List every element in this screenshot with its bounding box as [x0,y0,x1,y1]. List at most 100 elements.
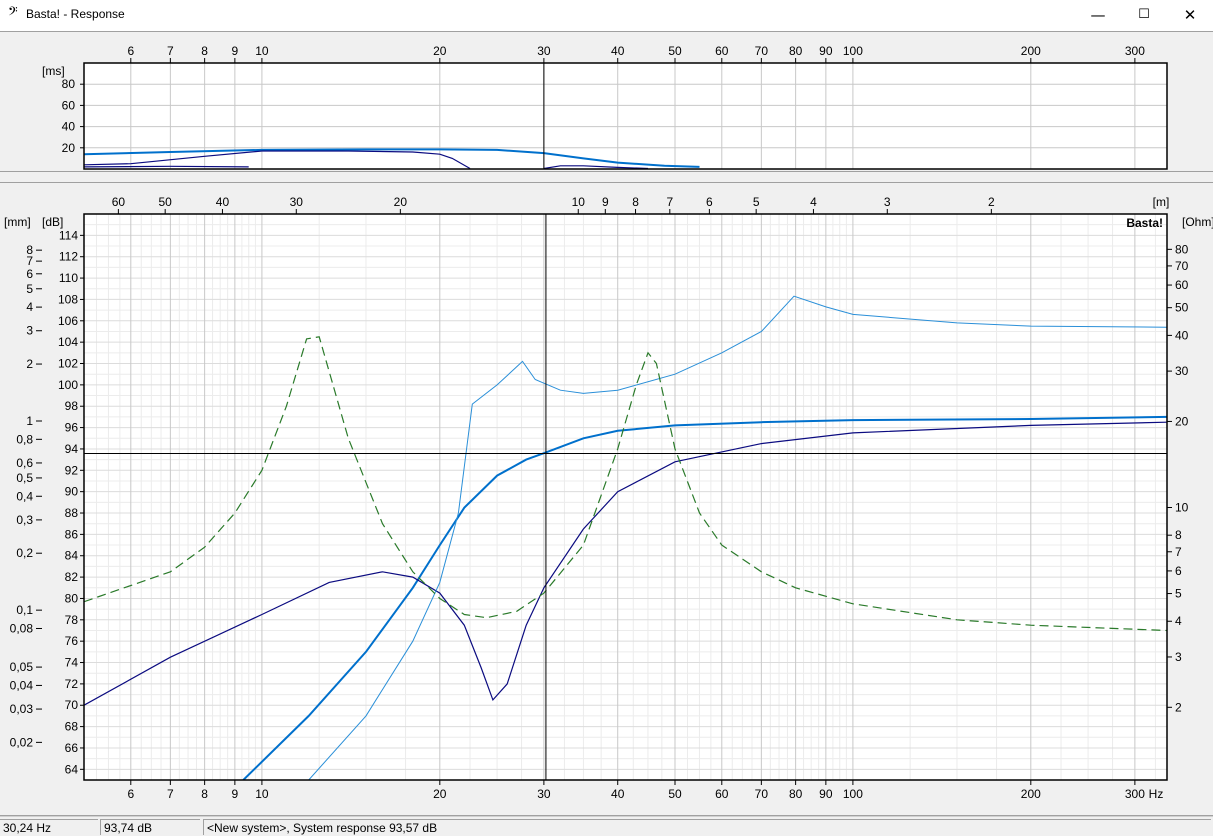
minimize-icon[interactable]: — [1075,0,1121,30]
excursion-tick-label: 0,5 [16,471,33,485]
impedance-tick-label: 70 [1175,259,1189,273]
wavelength-tick-label: 8 [632,195,639,209]
x-tick-label: 30 [537,787,551,801]
db-axis-label: [dB] [42,215,63,229]
db-tick-label: 84 [65,549,79,563]
x-unit-label: Hz [1149,787,1164,801]
db-tick-label: 104 [58,335,78,349]
db-tick-label: 88 [65,506,79,520]
plot-area [84,63,1167,169]
group-delay-panel[interactable]: 20 40 60 80 6 7 8 9 10 20 30 40 50 60 70 80 90 100 200 300 [… [0,31,1213,172]
x-tick-label: 200 [1021,44,1041,58]
excursion-axis-label: [mm] [4,215,31,229]
wavelength-tick-label: 7 [666,195,673,209]
db-tick-label: 98 [65,399,79,413]
bass-clef-icon: 𝄢 [8,4,18,22]
x-tick-label: 100 [843,787,863,801]
excursion-tick-label: 0,03 [10,702,34,716]
group-delay-chart[interactable]: 20 40 60 80 6 7 8 9 10 20 30 40 50 60 70 80 90 100 200 300 [… [0,32,1213,171]
impedance-tick-label: 50 [1175,301,1189,315]
excursion-tick-label: 2 [26,357,33,371]
x-tick-label: 50 [668,44,682,58]
maximize-icon[interactable]: ☐ [1121,0,1167,30]
impedance-tick-label: 6 [1175,564,1182,578]
db-tick-label: 70 [65,698,79,712]
status-message: <New system>, System response 93,57 dB [203,819,1211,835]
delay-series-line [83,165,249,168]
db-tick-label: 86 [65,527,79,541]
y-axis-label: [ms] [42,64,65,78]
excursion-tick-label: 3 [26,324,33,338]
x-tick-label: 70 [755,787,769,801]
impedance-tick-label: 5 [1175,587,1182,601]
y-tick-label: 60 [62,98,76,112]
db-tick-label: 96 [65,421,79,435]
wavelength-tick-label: 2 [988,195,995,209]
x-tick-label: 7 [167,44,174,58]
wavelength-tick-label: 50 [158,195,172,209]
db-tick-label: 90 [65,485,79,499]
db-tick-label: 64 [65,762,79,776]
panel-splitter[interactable] [0,172,1213,182]
response-panel[interactable]: 64 66 68 70 72 74 76 78 80 82 84 86 88 90 92 94 96 98 100 1… [0,182,1213,816]
excursion-tick-label: 0,8 [16,432,33,446]
impedance-tick-label: 30 [1175,364,1189,378]
wavelength-tick-label: 9 [602,195,609,209]
x-tick-label: 9 [232,787,239,801]
impedance-tick-label: 4 [1175,614,1182,628]
x-tick-label: 200 [1021,787,1041,801]
excursion-tick-label: 0,2 [16,546,33,560]
y-tick-label: 20 [62,141,76,155]
wavelength-tick-label: 5 [753,195,760,209]
db-tick-label: 76 [65,634,79,648]
status-level: 93,74 dB [100,819,200,835]
x-tick-label: 60 [715,787,729,801]
excursion-tick-label: 0,04 [10,678,34,692]
db-tick-label: 74 [65,656,79,670]
x-tick-label: 50 [668,787,682,801]
db-tick-label: 80 [65,591,79,605]
frequency-response-chart[interactable]: 6466687072747678808284868890929496981001… [0,183,1213,815]
y-tick-label: 80 [62,77,76,91]
x-tick-label: 9 [232,44,239,58]
excursion-tick-label: 5 [26,282,33,296]
status-frequency: 30,24 Hz [0,819,98,835]
close-icon[interactable]: ✕ [1167,0,1213,30]
x-tick-label: 70 [755,44,769,58]
impedance-tick-label: 2 [1175,700,1182,714]
db-tick-label: 68 [65,720,79,734]
impedance-tick-label: 3 [1175,650,1182,664]
impedance-tick-label: 60 [1175,278,1189,292]
x-tick-label: 10 [255,787,269,801]
wavelength-tick-label: 3 [884,195,891,209]
db-tick-label: 110 [59,271,78,285]
x-tick-label: 10 [255,44,269,58]
x-tick-label: 6 [127,44,134,58]
window-title: Basta! - Response [26,7,125,21]
db-tick-label: 92 [65,463,79,477]
x-tick-label: 90 [819,787,833,801]
db-tick-label: 66 [65,741,79,755]
excursion-tick-label: 0,4 [16,489,33,503]
db-tick-label: 114 [59,228,78,242]
impedance-tick-label: 40 [1175,328,1189,342]
x-tick-label: 20 [433,787,447,801]
impedance-tick-label: 8 [1175,528,1182,542]
wavelength-tick-label: 30 [290,195,304,209]
excursion-tick-label: 0,6 [16,456,33,470]
db-tick-label: 94 [65,442,79,456]
impedance-tick-label: 20 [1175,414,1189,428]
x-tick-label: 40 [611,787,625,801]
impedance-tick-label: 7 [1175,545,1182,559]
status-bar: 30,24 Hz 93,74 dB <New system>, System r… [0,816,1213,836]
wavelength-tick-label: 40 [216,195,230,209]
impedance-axis-label: [Ohm] [1182,215,1213,229]
db-tick-label: 106 [58,314,78,328]
x-tick-label: 40 [611,44,625,58]
x-tick-label: 30 [537,44,551,58]
db-tick-label: 78 [65,613,79,627]
impedance-tick-label: 80 [1175,242,1189,256]
db-tick-label: 72 [65,677,79,691]
wavelength-tick-label: 10 [572,195,586,209]
excursion-tick-label: 1 [26,414,33,428]
